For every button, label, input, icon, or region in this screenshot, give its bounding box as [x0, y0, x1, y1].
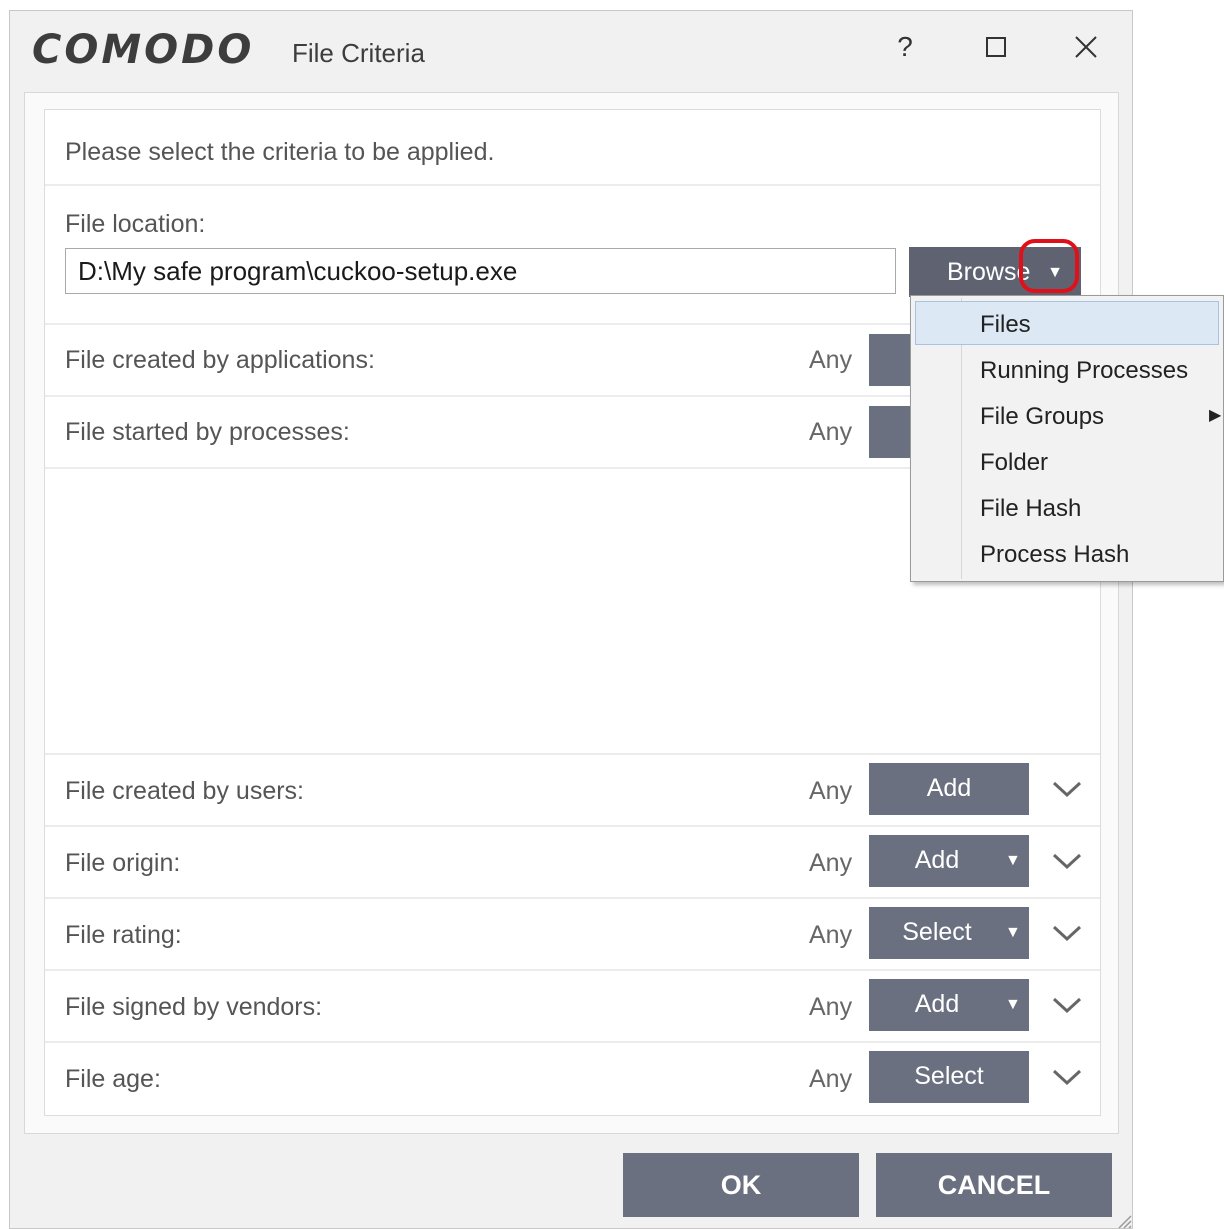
title-bar: COMODO File Criteria ? — [10, 11, 1132, 91]
button-label: Add — [914, 990, 960, 1018]
ok-button[interactable]: OK — [623, 1153, 859, 1217]
menu-item-files[interactable]: Files — [915, 301, 1219, 345]
file-location-field[interactable]: D:\My safe program\cuckoo-setup.exe — [65, 248, 896, 294]
chevron-down-icon[interactable] — [1051, 990, 1083, 1020]
resize-grip-icon[interactable] — [1114, 1211, 1132, 1229]
chevron-down-icon[interactable] — [1051, 918, 1083, 948]
criteria-value: Any — [809, 777, 853, 805]
close-icon — [1075, 36, 1097, 58]
divider — [45, 825, 1100, 827]
criteria-label-file-rating: File rating: — [65, 921, 182, 949]
maximize-icon — [986, 37, 1006, 57]
comodo-logo: COMODO — [32, 27, 255, 73]
menu-item-label: File Groups — [980, 403, 1105, 430]
divider — [45, 753, 1100, 755]
menu-item-file-hash[interactable]: File Hash — [915, 485, 1219, 529]
criteria-label-started-by-processes: File started by processes: — [65, 418, 350, 446]
menu-item-label: Files — [980, 311, 1031, 338]
add-origin-button[interactable]: Add ▼ — [869, 835, 1029, 887]
select-rating-button[interactable]: Select ▼ — [869, 907, 1029, 959]
divider — [45, 1041, 1100, 1043]
menu-item-folder[interactable]: Folder — [915, 439, 1219, 483]
button-label: Add — [914, 846, 960, 874]
criteria-value: Any — [809, 849, 853, 877]
submenu-arrow-icon: ▶ — [1209, 407, 1222, 424]
criteria-value: Any — [809, 418, 853, 446]
maximize-button[interactable] — [974, 25, 1018, 69]
browse-dropdown-menu: Files Running Processes File Groups ▶ Fo… — [910, 295, 1224, 582]
divider — [45, 897, 1100, 899]
instruction-text: Please select the criteria to be applied… — [65, 138, 495, 166]
content-panel: Please select the criteria to be applied… — [24, 92, 1119, 1134]
select-age-button[interactable]: Select — [869, 1051, 1029, 1103]
chevron-down-icon[interactable] — [1051, 1062, 1083, 1092]
dropdown-arrow-icon[interactable]: ▼ — [1005, 921, 1021, 945]
menu-item-label: Process Hash — [980, 541, 1130, 568]
menu-item-label: Folder — [980, 449, 1049, 476]
file-criteria-dialog: COMODO File Criteria ? Please select the… — [9, 10, 1133, 1229]
criteria-label-created-by-applications: File created by applications: — [65, 346, 375, 374]
criteria-label-file-age: File age: — [65, 1065, 161, 1093]
dialog-title: File Criteria — [292, 38, 425, 68]
add-vendors-button[interactable]: Add ▼ — [869, 979, 1029, 1031]
menu-item-file-groups[interactable]: File Groups ▶ — [915, 393, 1222, 437]
highlight-annotation — [1019, 239, 1079, 293]
button-label: Select — [902, 918, 972, 946]
help-button[interactable]: ? — [883, 25, 927, 69]
button-label: Add — [926, 774, 972, 802]
chevron-down-icon[interactable] — [1051, 846, 1083, 876]
criteria-panel: Please select the criteria to be applied… — [44, 109, 1101, 1116]
menu-item-label: Running Processes — [980, 357, 1189, 384]
menu-item-process-hash[interactable]: Process Hash — [915, 531, 1219, 575]
dropdown-arrow-icon[interactable]: ▼ — [1005, 849, 1021, 873]
criteria-label-file-origin: File origin: — [65, 849, 181, 877]
add-users-button[interactable]: Add — [869, 763, 1029, 815]
menu-item-running-processes[interactable]: Running Processes — [915, 347, 1219, 391]
criteria-label-signed-by-vendors: File signed by vendors: — [65, 993, 323, 1021]
file-location-label: File location: — [65, 210, 206, 238]
criteria-value: Any — [809, 1065, 853, 1093]
dropdown-arrow-icon[interactable]: ▼ — [1005, 993, 1021, 1017]
criteria-value: Any — [809, 993, 853, 1021]
divider — [45, 969, 1100, 971]
chevron-down-icon[interactable] — [1051, 774, 1083, 804]
button-label: Select — [914, 1062, 984, 1090]
browse-label: Browse — [947, 258, 1031, 286]
criteria-value: Any — [809, 921, 853, 949]
divider — [45, 184, 1100, 186]
criteria-label-created-by-users: File created by users: — [65, 777, 304, 805]
menu-item-label: File Hash — [980, 495, 1082, 522]
cancel-button[interactable]: CANCEL — [876, 1153, 1112, 1217]
close-button[interactable] — [1064, 25, 1108, 69]
criteria-value: Any — [809, 346, 853, 374]
